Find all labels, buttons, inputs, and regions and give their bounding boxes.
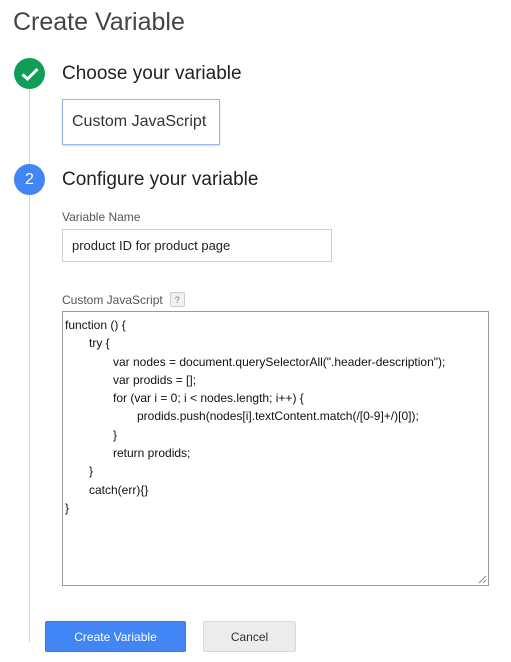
create-variable-button[interactable]: Create Variable — [45, 621, 186, 652]
variable-type-card[interactable]: Custom JavaScript — [62, 99, 220, 145]
checkmark-icon — [20, 67, 39, 81]
step-1-title: Choose your variable — [62, 63, 242, 84]
custom-javascript-editor[interactable]: function () { try { var nodes = document… — [62, 311, 489, 586]
page-title: Create Variable — [13, 8, 185, 36]
custom-javascript-label: Custom JavaScript — [62, 292, 163, 307]
variable-name-input[interactable] — [62, 229, 332, 262]
step-complete-checkmark-icon — [14, 58, 45, 89]
help-icon[interactable]: ? — [169, 292, 185, 307]
variable-name-label: Variable Name — [62, 210, 141, 224]
step-2-title: Configure your variable — [62, 169, 259, 190]
cancel-button[interactable]: Cancel — [203, 621, 296, 652]
resize-handle-icon[interactable] — [477, 574, 487, 584]
step-2-number: 2 — [14, 164, 45, 195]
custom-javascript-label-row: Custom JavaScript ? — [62, 292, 185, 307]
